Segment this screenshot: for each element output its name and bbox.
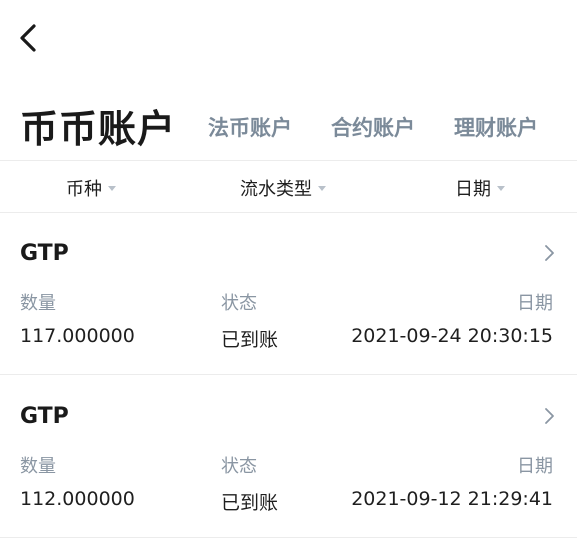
filter-flow-type-label: 流水类型 <box>240 179 312 200</box>
back-button[interactable] <box>14 20 46 56</box>
tab-contract-account[interactable]: 合约账户 <box>331 112 415 142</box>
chevron-right-icon <box>542 243 556 263</box>
record-coin: GTP <box>20 404 69 429</box>
caret-down-icon <box>318 185 326 191</box>
status-value: 已到账 <box>221 329 279 351</box>
tab-wealth-account[interactable]: 理财账户 <box>454 112 538 142</box>
quantity-label: 数量 <box>20 293 56 314</box>
filter-coin[interactable]: 币种 <box>66 175 116 201</box>
record-item[interactable]: GTP 数量 状态 日期 112.000000 已到账 2021-09-12 2… <box>0 376 577 536</box>
status-value: 已到账 <box>221 492 279 514</box>
quantity-label: 数量 <box>20 456 56 477</box>
divider <box>0 374 577 375</box>
filter-flow-type[interactable]: 流水类型 <box>240 175 326 201</box>
divider <box>0 537 577 538</box>
status-label: 状态 <box>221 456 257 477</box>
quantity-value: 117.000000 <box>20 325 135 347</box>
top-bar <box>0 0 577 80</box>
chevron-left-icon <box>14 20 46 56</box>
tab-spot-account[interactable]: 币币账户 <box>20 98 176 153</box>
date-value: 2021-09-24 20:30:15 <box>351 325 553 347</box>
date-label: 日期 <box>517 293 553 314</box>
tab-fiat-account[interactable]: 法币账户 <box>208 112 292 142</box>
record-item[interactable]: GTP 数量 状态 日期 117.000000 已到账 2021-09-24 2… <box>0 213 577 373</box>
filter-date-label: 日期 <box>455 179 491 200</box>
date-value: 2021-09-12 21:29:41 <box>351 488 553 510</box>
caret-down-icon <box>497 185 505 191</box>
status-label: 状态 <box>221 293 257 314</box>
record-coin: GTP <box>20 241 69 266</box>
date-label: 日期 <box>517 456 553 477</box>
account-tabs: 币币账户 法币账户 合约账户 理财账户 <box>0 90 577 160</box>
caret-down-icon <box>108 185 116 191</box>
quantity-value: 112.000000 <box>20 488 135 510</box>
chevron-right-icon <box>542 406 556 426</box>
filter-coin-label: 币种 <box>66 179 102 200</box>
filter-bar: 币种 流水类型 日期 <box>0 161 577 212</box>
filter-date[interactable]: 日期 <box>455 175 505 201</box>
